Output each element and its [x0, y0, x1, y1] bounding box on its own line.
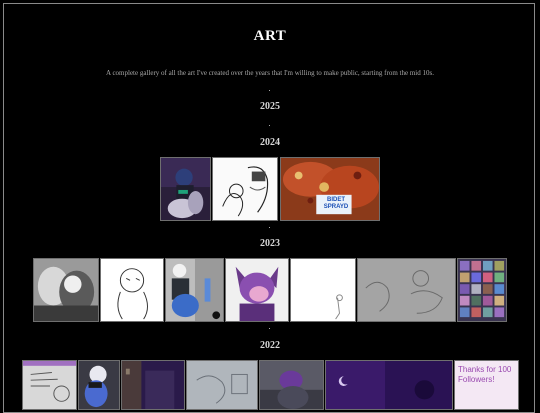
artwork-thumbnail[interactable] — [325, 360, 453, 410]
year-heading-2024: 2024 — [260, 137, 280, 148]
character-art-image — [226, 259, 288, 321]
artwork-thumbnail[interactable] — [160, 157, 211, 221]
sketch-art-image — [291, 259, 355, 321]
sticker-grid-image — [458, 259, 506, 321]
artwork-thumbnail[interactable]: Thanks for 100 Followers! — [454, 360, 519, 410]
artwork-thumbnail[interactable] — [457, 258, 507, 322]
sketch-sheet-image — [358, 259, 455, 321]
page-title: ART — [253, 28, 287, 44]
artwork-thumbnail[interactable] — [212, 157, 278, 221]
artwork-thumbnail[interactable] — [22, 360, 77, 410]
artwork-thumbnail[interactable] — [225, 258, 289, 322]
year-heading-2025: 2025 — [260, 101, 280, 112]
separator-dot — [269, 90, 270, 91]
separator-dot — [269, 125, 270, 126]
separator-dot — [269, 227, 270, 228]
sketch-art-image — [213, 158, 277, 220]
character-art-image — [166, 259, 223, 321]
artwork-thumbnail[interactable] — [357, 258, 456, 322]
line-art-image — [101, 259, 163, 321]
thanks-note-text: Thanks for 100 Followers! — [458, 365, 512, 384]
artwork-thumbnail[interactable] — [100, 258, 164, 322]
year-heading-2023: 2023 — [260, 238, 280, 249]
artwork-thumbnail[interactable] — [186, 360, 258, 410]
artwork-thumbnail[interactable] — [165, 258, 224, 322]
year-heading-2022: 2022 — [260, 340, 280, 351]
artwork-thumbnail[interactable] — [121, 360, 185, 410]
sketch-note-image — [23, 361, 76, 409]
sketch-sheet-image — [187, 361, 257, 409]
artwork-thumbnail[interactable] — [78, 360, 120, 410]
artwork-thumbnail[interactable]: BIDET SPRAYD — [280, 157, 380, 221]
grayscale-collage-image — [34, 259, 98, 321]
character-art-image — [161, 158, 210, 220]
separator-dot — [269, 328, 270, 329]
character-art-image — [79, 361, 119, 409]
pizza-sign-text: BIDET SPRAYD — [323, 197, 349, 210]
character-art-image — [260, 361, 323, 409]
artwork-thumbnail[interactable] — [259, 360, 324, 410]
night-scene-image — [122, 361, 184, 409]
artwork-thumbnail[interactable] — [33, 258, 99, 322]
page-subtitle: A complete gallery of all the art I've c… — [106, 69, 434, 77]
night-sky-image — [326, 361, 452, 409]
artwork-thumbnail[interactable] — [290, 258, 356, 322]
